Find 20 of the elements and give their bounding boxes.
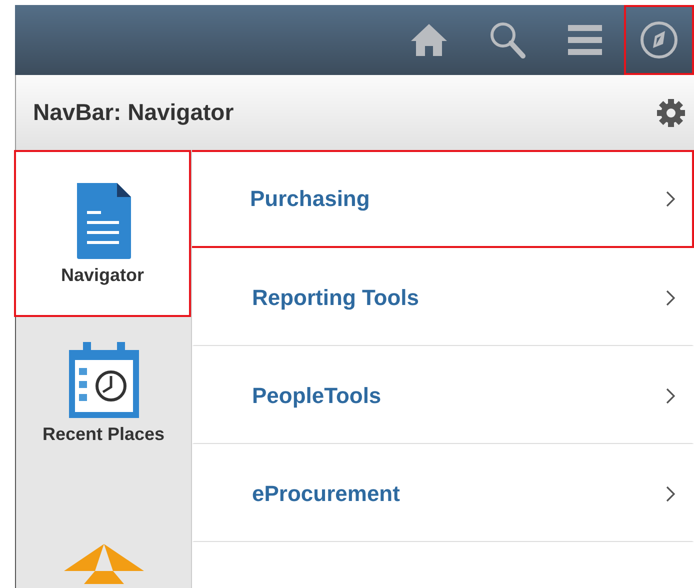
chevron-right-icon xyxy=(666,486,676,502)
menu-item[interactable]: PeopleTools xyxy=(192,346,694,444)
chevron-right-icon xyxy=(666,388,676,404)
home-icon xyxy=(409,22,449,58)
tab-label: Navigator xyxy=(60,265,144,286)
compass-icon xyxy=(639,20,679,60)
chevron-right-icon xyxy=(666,290,676,306)
page-title: NavBar: Navigator xyxy=(33,99,234,126)
toolbar-button[interactable] xyxy=(624,5,694,75)
settings-icon[interactable] xyxy=(656,98,686,128)
menu-item[interactable]: Reporting Tools xyxy=(192,248,694,346)
star-icon xyxy=(64,544,144,584)
menu-icon xyxy=(568,25,602,55)
menu-item[interactable]: Purchasing xyxy=(192,150,694,248)
sidebar-tab[interactable]: Recent Places xyxy=(16,317,191,465)
menu-item[interactable]: eProcurement xyxy=(192,444,694,542)
chevron-right-icon xyxy=(666,191,676,207)
tab-label: Recent Places xyxy=(42,424,165,445)
sidebar-tab[interactable]: Navigator xyxy=(14,150,191,317)
calendar-clock-icon xyxy=(66,342,140,420)
